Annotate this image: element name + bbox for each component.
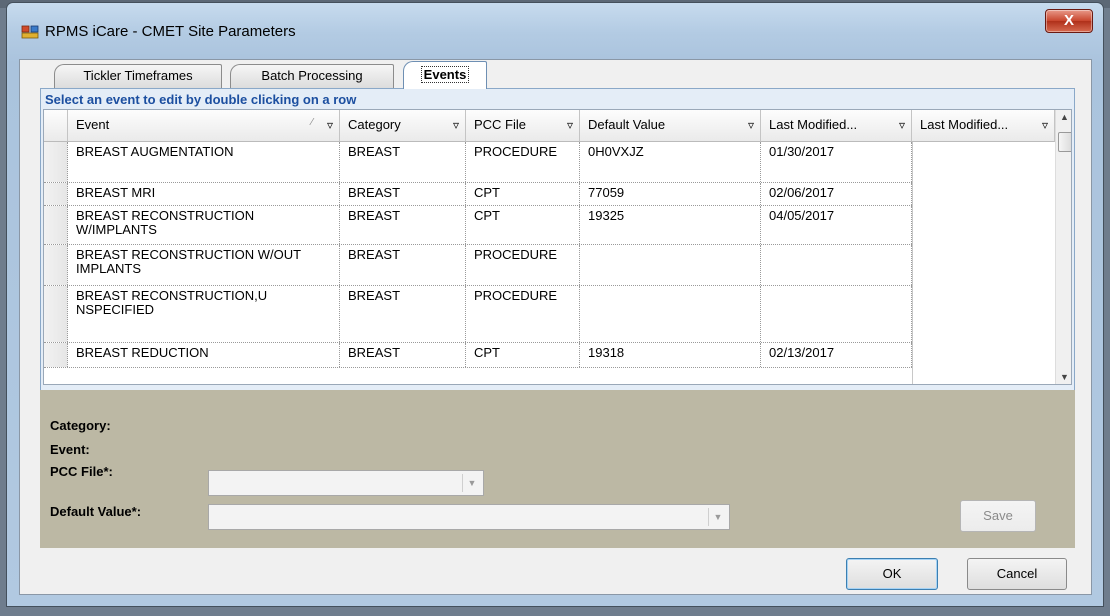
cell-default-value: [580, 286, 761, 342]
row-selector[interactable]: [44, 142, 68, 182]
filter-icon[interactable]: ▿: [899, 110, 905, 140]
events-grid[interactable]: Event ⁄ ▿ Category ▿ PCC File ▿ Default …: [43, 109, 1072, 385]
column-label-pcc-file: PCC File: [474, 117, 527, 132]
table-row[interactable]: BREAST REDUCTION BREAST CPT 19318 02/13/…: [44, 343, 912, 368]
cancel-button[interactable]: Cancel: [967, 558, 1067, 590]
ok-button[interactable]: OK: [846, 558, 938, 590]
cell-event: BREAST REDUCTION: [68, 343, 340, 367]
save-button[interactable]: Save: [960, 500, 1036, 532]
column-label-default-value: Default Value: [588, 117, 666, 132]
vertical-scrollbar[interactable]: ▲ ▼: [1055, 110, 1071, 384]
cell-default-value: 77059: [580, 183, 761, 205]
tab-events-label: Events: [420, 66, 470, 83]
cell-category: BREAST: [340, 286, 466, 342]
chevron-down-icon[interactable]: ▼: [462, 474, 481, 492]
cell-category: BREAST: [340, 343, 466, 367]
grid-header: Event ⁄ ▿ Category ▿ PCC File ▿ Default …: [44, 110, 1055, 142]
table-row[interactable]: BREAST RECONSTRUCTION W/IMPLANTS BREAST …: [44, 206, 912, 245]
cell-category: BREAST: [340, 183, 466, 205]
dialog-client-area: Tickler Timeframes Batch Processing Even…: [19, 59, 1092, 595]
cell-category: BREAST: [340, 245, 466, 285]
filter-icon[interactable]: ▿: [567, 110, 573, 140]
cell-default-value: [580, 245, 761, 285]
cell-pcc-file: PROCEDURE: [466, 142, 580, 182]
filter-icon[interactable]: ▿: [453, 110, 459, 140]
table-row[interactable]: BREAST AUGMENTATION BREAST PROCEDURE 0H0…: [44, 142, 912, 183]
row-selector-header: [44, 110, 68, 142]
cell-last-modified: 02/06/2017: [761, 183, 912, 205]
cell-last-modified: 04/05/2017: [761, 206, 912, 244]
filter-icon[interactable]: ▿: [1042, 110, 1048, 140]
column-header-pcc-file[interactable]: PCC File ▿: [466, 110, 580, 142]
row-selector[interactable]: [44, 206, 68, 244]
sort-icon: ⁄: [311, 117, 313, 128]
tab-batch-processing[interactable]: Batch Processing: [230, 64, 394, 88]
table-row[interactable]: BREAST MRI BREAST CPT 77059 02/06/2017: [44, 183, 912, 206]
app-icon: [21, 25, 39, 39]
filter-icon[interactable]: ▿: [748, 110, 754, 140]
cell-category: BREAST: [340, 142, 466, 182]
cell-category: BREAST: [340, 206, 466, 244]
column-header-category[interactable]: Category ▿: [340, 110, 466, 142]
scroll-thumb[interactable]: [1058, 132, 1071, 152]
cell-event: BREAST AUGMENTATION: [68, 142, 340, 182]
table-row[interactable]: BREAST RECONSTRUCTION,UNSPECIFIED BREAST…: [44, 286, 912, 343]
cell-pcc-file: CPT: [466, 206, 580, 244]
cell-pcc-file: CPT: [466, 183, 580, 205]
tab-tickler-timeframes[interactable]: Tickler Timeframes: [54, 64, 222, 88]
cell-last-modified: [761, 245, 912, 285]
cell-pcc-file: PROCEDURE: [466, 245, 580, 285]
cell-last-modified: 02/13/2017: [761, 343, 912, 367]
filter-icon[interactable]: ▿: [327, 110, 333, 140]
default-value-label: Default Value*:: [50, 504, 142, 519]
events-tab-panel: Select an event to edit by double clicki…: [40, 88, 1075, 408]
column-label-event: Event: [76, 117, 110, 132]
tab-events[interactable]: Events: [403, 61, 487, 89]
cell-default-value: 19318: [580, 343, 761, 367]
scroll-down-icon[interactable]: ▼: [1056, 372, 1071, 382]
cell-event: BREAST RECONSTRUCTION W/OUT IMPLANTS: [68, 245, 340, 285]
category-label: Category:: [50, 418, 111, 433]
cell-pcc-file: CPT: [466, 343, 580, 367]
dialog-window: RPMS iCare - CMET Site Parameters X Tick…: [6, 2, 1104, 607]
cell-event: BREAST RECONSTRUCTION,UNSPECIFIED: [68, 286, 340, 342]
cell-last-modified: 01/30/2017: [761, 142, 912, 182]
table-row[interactable]: BREAST RECONSTRUCTION W/OUT IMPLANTS BRE…: [44, 245, 912, 286]
scroll-up-icon[interactable]: ▲: [1056, 112, 1071, 122]
cell-event: BREAST RECONSTRUCTION W/IMPLANTS: [68, 206, 340, 244]
column-header-event[interactable]: Event ⁄ ▿: [68, 110, 340, 142]
column-header-default-value[interactable]: Default Value ▿: [580, 110, 761, 142]
pcc-file-label: PCC File*:: [50, 464, 113, 479]
row-selector[interactable]: [44, 245, 68, 285]
event-label: Event:: [50, 442, 90, 457]
column-label-last-modified-by: Last Modified...: [920, 117, 1009, 132]
chevron-down-icon[interactable]: ▼: [708, 508, 727, 526]
default-value-dropdown[interactable]: ▼: [208, 504, 730, 530]
cell-default-value: 0H0VXJZ: [580, 142, 761, 182]
event-edit-area: Category: Event: PCC File*: ▼ Default Va…: [40, 390, 1075, 548]
instruction-text: Select an event to edit by double clicki…: [45, 92, 357, 107]
cell-last-modified: [761, 286, 912, 342]
cell-pcc-file: PROCEDURE: [466, 286, 580, 342]
row-selector[interactable]: [44, 286, 68, 342]
window-title: RPMS iCare - CMET Site Parameters: [45, 23, 296, 40]
cell-default-value: 19325: [580, 206, 761, 244]
row-selector[interactable]: [44, 183, 68, 205]
column-header-last-modified-date[interactable]: Last Modified... ▿: [761, 110, 912, 142]
grid-rows: BREAST AUGMENTATION BREAST PROCEDURE 0H0…: [44, 142, 912, 368]
close-button[interactable]: X: [1045, 9, 1093, 33]
cell-event: BREAST MRI: [68, 183, 340, 205]
column-header-last-modified-by[interactable]: Last Modified... ▿: [912, 110, 1055, 142]
title-bar[interactable]: RPMS iCare - CMET Site Parameters X: [7, 3, 1103, 59]
column-label-category: Category: [348, 117, 401, 132]
column-label-last-modified-date: Last Modified...: [769, 117, 858, 132]
pcc-file-dropdown[interactable]: ▼: [208, 470, 484, 496]
row-selector[interactable]: [44, 343, 68, 367]
last-modified-by-column-area: [912, 142, 1056, 384]
